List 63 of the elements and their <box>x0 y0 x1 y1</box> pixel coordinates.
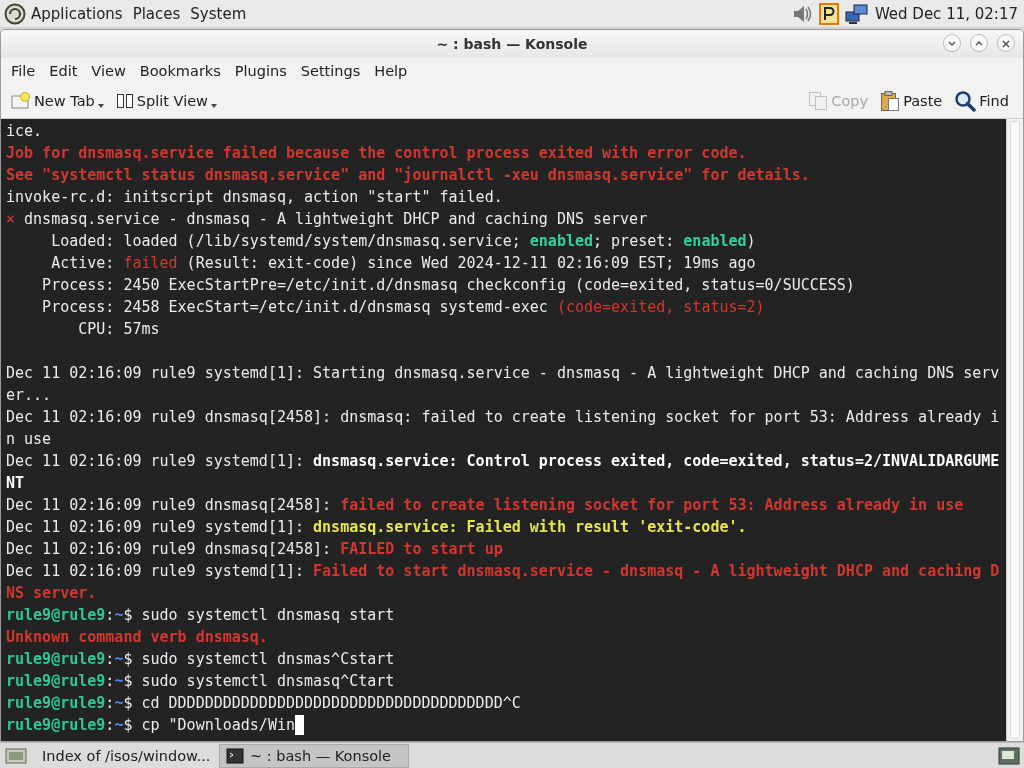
distro-logo-icon[interactable] <box>4 2 26 25</box>
terminal-line: Process: 2450 ExecStartPre=/etc/init.d/dnsmasq checkconfig (code=exited, status=0/SUCCESS) <box>41 275 855 296</box>
new-tab-icon <box>11 92 31 110</box>
terminal-line: rule9@rule9:~$ sudo systemctl dnsmasq start <box>6 605 395 626</box>
toolbar-button[interactable]: Paste <box>876 88 947 114</box>
terminal-line: NS server. <box>6 583 97 604</box>
command-input[interactable]: rule9@rule9:~$ cp "Downloads/Win <box>6 714 295 736</box>
menu-item[interactable]: Edit <box>42 63 85 79</box>
copy-icon <box>808 91 829 111</box>
workspace-switcher-icon[interactable] <box>997 745 1021 766</box>
terminal-line: CPU: 57ms <box>77 319 160 340</box>
terminal-line: Unknown command verb dnsmasq. <box>6 627 268 648</box>
menu-item[interactable]: Settings <box>293 63 368 79</box>
terminal-line: Job for dnsmasq.service failed because the control process exited with error code. <box>6 143 747 164</box>
terminal-line: invoke-rc.d: initscript dnsmasq, action "start" failed. <box>6 187 503 208</box>
terminal-line: See "systemctl status dnsmasq.service" and "journalctl -xeu dnsmasq.service" for details. <box>6 165 810 186</box>
menu-item[interactable]: Plugins <box>227 63 294 79</box>
menu-item[interactable]: Help <box>367 63 415 79</box>
terminal-line: Loaded: loaded (/lib/systemd/system/dnsmasq.service; enabled; preset: enabled) <box>50 231 756 252</box>
split-view-icon <box>115 92 134 110</box>
terminal-line: Dec 11 02:16:09 rule9 systemd[1]: Starting dnsmasq.service - dnsmasq - A lightweight DHCP and caching DNS serv <box>6 363 1000 384</box>
window-title: ~ : bash — Konsole <box>436 36 588 52</box>
menu-item[interactable]: Bookmarks <box>132 63 228 79</box>
panel-menu[interactable]: Places <box>127 4 186 23</box>
taskbar-button[interactable]: ~ : bash — Konsole <box>219 743 409 768</box>
terminal-line: Dec 11 02:16:09 rule9 dnsmasq[2458]: failed to create listening socket for port 53: Address already in use <box>6 495 964 516</box>
chevron-down-icon <box>947 38 957 48</box>
clipboard-icon <box>880 90 901 112</box>
clock[interactable]: Wed Dec 11, 02:17 <box>874 4 1020 23</box>
terminal-line: ice. <box>6 121 43 142</box>
taskbar-button[interactable]: Index of /isos/window... <box>29 743 219 768</box>
terminal-line: Dec 11 02:16:09 rule9 dnsmasq[2458]: dnsmasq: failed to create listening socket for port 53: Address already i <box>6 407 1000 428</box>
network-icon[interactable] <box>844 2 869 25</box>
panel-menu[interactable]: Applications <box>26 4 128 23</box>
terminal-line: NT <box>6 473 25 494</box>
close-icon <box>1001 38 1011 48</box>
terminal-line: × dnsmasq.service - dnsmasq - A lightweight DHCP and caching DNS server <box>6 209 648 230</box>
terminal-line: Dec 11 02:16:09 rule9 systemd[1]: Failed to start dnsmasq.service - dnsmasq - A lightweight DHCP and caching D <box>6 561 1000 582</box>
terminal-line: Process: 2458 ExecStart=/etc/init.d/dnsmasq systemd-exec (code=exited, status=2) <box>41 297 765 318</box>
close-button[interactable] <box>997 34 1015 52</box>
terminal-line: rule9@rule9:~$ cd DDDDDDDDDDDDDDDDDDDDDDDDDDDDDDDDDDDDD^C <box>6 693 521 714</box>
p-tray-icon[interactable] <box>818 2 839 25</box>
toolbar-button[interactable]: Find <box>950 88 1013 114</box>
chevron-up-icon <box>974 38 984 48</box>
terminal-line: rule9@rule9:~$ sudo systemctl dnsmas^Cstart <box>6 649 395 670</box>
panel-menu[interactable]: System <box>185 4 252 23</box>
menu-item[interactable]: File <box>4 63 43 79</box>
terminal-line: Active: failed (Result: exit-code) since Wed 2024-12-11 02:16:09 EST; 19ms ago <box>50 253 756 274</box>
caret-icon <box>97 104 104 108</box>
terminal-line: rule9@rule9:~$ sudo systemctl dnsmasq^Ctart <box>6 671 395 692</box>
terminal-line: Dec 11 02:16:09 rule9 systemd[1]: dnsmasq.service: Control process exited, code=exited, status=2/INVALIDARGUME <box>6 451 1000 472</box>
terminal-line: Dec 11 02:16:09 rule9 dnsmasq[2458]: FAILED to start up <box>6 539 503 560</box>
scrollbar[interactable] <box>1006 119 1023 741</box>
toolbar-button[interactable]: New Tab <box>7 90 108 112</box>
terminal-icon <box>226 747 244 764</box>
toolbar-button[interactable]: Split View <box>111 90 221 112</box>
terminal-line: Dec 11 02:16:09 rule9 systemd[1]: dnsmasq.service: Failed with result 'exit-code'. <box>6 517 747 538</box>
terminal-line: n use <box>6 429 52 450</box>
caret-icon <box>210 104 217 108</box>
terminal-line: er... <box>6 385 52 406</box>
search-icon <box>954 90 977 112</box>
menu-item[interactable]: View <box>84 63 133 79</box>
text-cursor <box>295 715 304 735</box>
